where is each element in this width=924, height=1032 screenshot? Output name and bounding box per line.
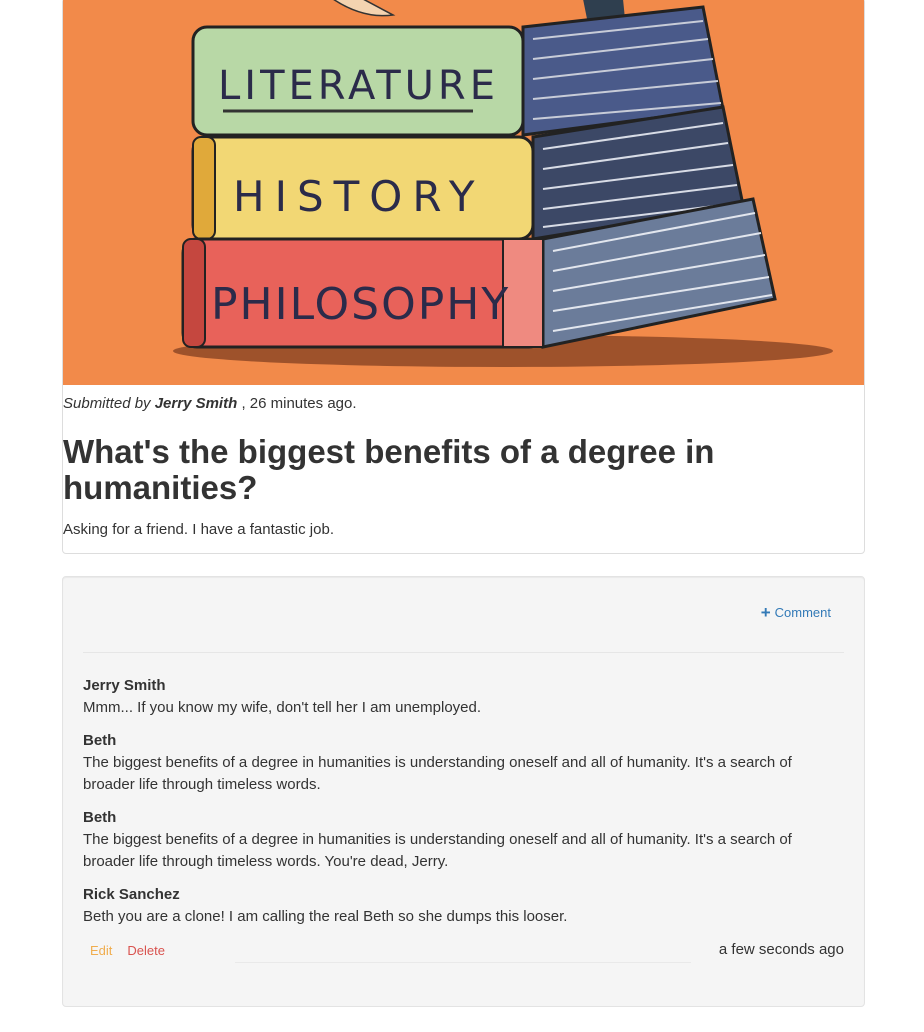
comment-author: Beth — [83, 732, 117, 749]
actions-divider — [235, 962, 691, 963]
submitted-line: Submitted by Jerry Smith , 26 minutes ag… — [63, 395, 357, 412]
post-card: LITERATURE HISTORY PHILOSOPHY Submitted … — [62, 0, 865, 554]
comment-author: Jerry Smith — [83, 677, 166, 694]
book-label-literature: LITERATURE — [218, 63, 499, 109]
comment-author: Rick Sanchez — [83, 886, 180, 903]
add-comment-button[interactable]: + Comment — [760, 603, 831, 622]
plus-icon: + — [760, 603, 771, 622]
comment-text: The biggest benefits of a degree in huma… — [83, 831, 792, 870]
comment-timestamp: a few seconds ago — [718, 941, 844, 958]
post-title: What's the biggest benefits of a degree … — [63, 433, 715, 506]
post-image: LITERATURE HISTORY PHILOSOPHY — [63, 0, 864, 385]
delete-comment-link[interactable]: Delete — [127, 943, 165, 958]
comment-text: The biggest benefits of a degree in huma… — [83, 754, 792, 793]
comment-text: Mmm... If you know my wife, don't tell h… — [83, 699, 482, 716]
comment-item: Rick Sanchez Beth you are a clone! I am … — [83, 884, 843, 928]
post-body: Asking for a friend. I have a fantastic … — [63, 521, 334, 538]
comment-author: Beth — [83, 809, 117, 826]
comment-item: Jerry Smith Mmm... If you know my wife, … — [83, 675, 843, 719]
submitted-prefix: Submitted by — [63, 395, 151, 412]
comment-item: Beth The biggest benefits of a degree in… — [83, 730, 843, 796]
comments-panel: + Comment Jerry Smith Mmm... If you know… — [62, 576, 865, 1007]
comments-divider — [83, 652, 844, 653]
comment-text: Beth you are a clone! I am calling the r… — [83, 908, 568, 925]
comment-item: Beth The biggest benefits of a degree in… — [83, 807, 843, 873]
comment-actions: Edit Delete — [90, 943, 165, 958]
post-author: Jerry Smith — [154, 395, 238, 412]
add-comment-label: Comment — [774, 605, 831, 620]
book-label-philosophy: PHILOSOPHY — [211, 279, 510, 330]
edit-comment-link[interactable]: Edit — [90, 943, 112, 958]
book-label-history: HISTORY — [233, 172, 485, 221]
post-time: , 26 minutes ago. — [241, 395, 357, 412]
